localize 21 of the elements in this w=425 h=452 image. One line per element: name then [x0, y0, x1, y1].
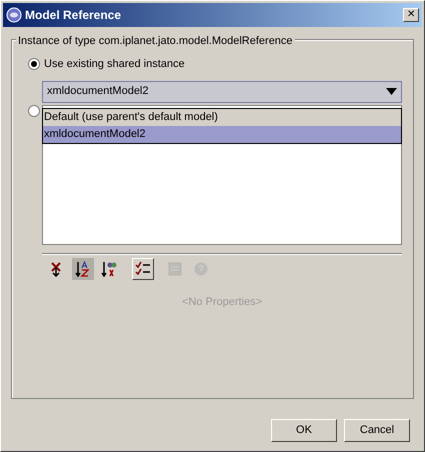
close-button[interactable]: ✕: [403, 8, 419, 22]
radio-label: Use existing shared instance: [44, 57, 185, 72]
app-icon: [6, 7, 22, 23]
model-dropdown[interactable]: xmldocumentModel2: [42, 80, 402, 102]
sort-by-type-icon: [101, 260, 117, 276]
dropdown-option[interactable]: Default (use parent's default model): [43, 109, 401, 126]
dialog-button[interactable]: Cancel: [344, 419, 410, 442]
sheet-icon: [167, 260, 183, 276]
dropdown-option[interactable]: xmldocumentModel2: [43, 126, 401, 143]
dropdown-arrow-icon: [386, 88, 397, 95]
window-title: Model Reference: [25, 7, 122, 24]
radio-button[interactable]: [28, 104, 40, 116]
group-title: Instance of type com.iplanet.jato.model.ModelReference: [16, 33, 295, 50]
radio-button[interactable]: [28, 58, 40, 70]
empty-properties-text: <No Properties>: [180, 294, 264, 310]
toolbar-button[interactable]: [132, 258, 154, 280]
dialog-button[interactable]: OK: [271, 419, 337, 442]
toolbar-button[interactable]: [72, 258, 94, 280]
checklist-icon: [135, 260, 151, 276]
sort-alphabetical-icon: [75, 260, 91, 276]
combo-value: xmldocumentModel2: [47, 84, 150, 100]
